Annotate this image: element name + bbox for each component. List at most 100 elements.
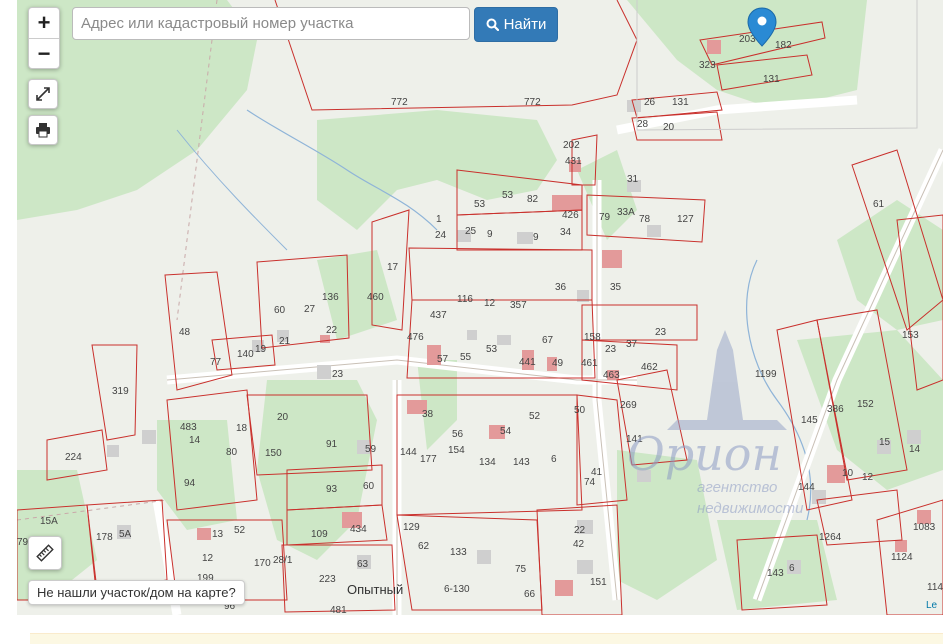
- parcel-number: 75: [515, 564, 527, 575]
- parcel-number: 53: [502, 190, 514, 201]
- measure-button[interactable]: [28, 536, 62, 570]
- parcel-number: 177: [420, 454, 437, 465]
- parcel-number: 136: [322, 292, 339, 303]
- parcel-number: 35: [610, 282, 622, 293]
- parcel-number: 33А: [617, 207, 635, 218]
- parcel-number: 357: [510, 300, 527, 311]
- parcel-number: 23: [605, 344, 617, 355]
- parcel-number: 158: [584, 332, 601, 343]
- parcel-number: 143: [767, 568, 784, 579]
- parcel-number: 1: [436, 214, 442, 225]
- bottom-notice-bar: [30, 633, 943, 644]
- printer-icon: [36, 123, 50, 138]
- parcel-number: 223: [319, 574, 336, 585]
- parcel-number: 60: [363, 481, 375, 492]
- parcel-number: 144: [400, 447, 417, 458]
- parcel-number: 109: [311, 529, 328, 540]
- parcel-number: 59: [365, 444, 377, 455]
- parcel-number: 15А: [40, 516, 58, 527]
- parcel-number: 5А: [119, 529, 132, 540]
- parcel-number: 74: [584, 477, 596, 488]
- parcel-number: 170: [254, 558, 271, 569]
- fullscreen-button[interactable]: [28, 79, 58, 109]
- parcel-number: 63: [357, 559, 369, 570]
- search-button-label: Найти: [503, 16, 547, 33]
- parcel-number: 6-130: [444, 584, 470, 595]
- parcel-number: 79: [17, 537, 29, 548]
- parcel-number: 62: [418, 541, 430, 552]
- parcel-number: 23: [655, 327, 667, 338]
- parcel-number: 42: [573, 539, 585, 550]
- parcel-number: 28: [637, 119, 649, 130]
- parcel-number: 441: [519, 357, 536, 368]
- parcel-number: 67: [542, 335, 554, 346]
- parcel-number: 52: [234, 525, 246, 536]
- parcel-number: 150: [265, 448, 282, 459]
- parcel-number: 323: [699, 60, 716, 71]
- parcel-number: 114: [927, 582, 943, 593]
- parcel-number: 154: [448, 445, 465, 456]
- parcel-number: 461: [581, 358, 598, 369]
- parcel-number: 25: [465, 226, 477, 237]
- map-svg: 772 772 203 182 323 131 131 26 28 20 202…: [17, 0, 943, 615]
- watermark-brand: Орион: [627, 427, 782, 481]
- map-attribution[interactable]: Le: [926, 600, 937, 611]
- parcel-number: 140: [237, 349, 254, 360]
- parcel-number: 93: [326, 484, 338, 495]
- parcel-number: 437: [430, 310, 447, 321]
- parcel-number: 9: [533, 232, 539, 243]
- ruler-icon: [36, 544, 54, 562]
- expand-icon: [36, 87, 50, 101]
- parcel-number: 1199: [755, 369, 777, 380]
- parcel-number: 54: [500, 426, 512, 437]
- parcel-number: 78: [639, 214, 651, 225]
- parcel-number: 20: [663, 122, 675, 133]
- parcel-number: 134: [479, 457, 496, 468]
- print-button[interactable]: [28, 115, 58, 145]
- parcel-number: 50: [574, 405, 586, 416]
- parcel-number: 127: [677, 214, 694, 225]
- zoom-out-button[interactable]: −: [29, 39, 59, 69]
- parcel-number: 91: [326, 439, 338, 450]
- parcel-number: 14: [189, 435, 201, 446]
- parcel-number: 144: [798, 482, 815, 493]
- parcel-number: 151: [590, 577, 607, 588]
- parcel-number: 463: [603, 370, 620, 381]
- parcel-number: 80: [226, 447, 238, 458]
- not-found-link[interactable]: Не нашли участок/дом на карте?: [28, 580, 245, 605]
- parcel-number: 52: [529, 411, 541, 422]
- parcel-number: 143: [513, 457, 530, 468]
- parcel-number: 48: [179, 327, 191, 338]
- zoom-in-button[interactable]: +: [29, 8, 59, 39]
- parcel-number: 12: [202, 553, 214, 564]
- parcel-number: 94: [184, 478, 196, 489]
- map-canvas[interactable]: 772 772 203 182 323 131 131 26 28 20 202…: [17, 0, 943, 615]
- parcel-number: 116: [457, 294, 473, 305]
- parcel-number: 772: [391, 97, 408, 108]
- parcel-number: 483: [180, 422, 197, 433]
- parcel-number: 202: [563, 140, 580, 151]
- parcel-number: 20: [277, 412, 289, 423]
- parcel-number: 178: [96, 532, 113, 543]
- parcel-number: 77: [210, 357, 222, 368]
- search-input[interactable]: [72, 7, 470, 40]
- parcel-number: 12: [862, 472, 874, 483]
- parcel-number: 57: [437, 354, 449, 365]
- parcel-number: 53: [486, 344, 498, 355]
- parcel-number: 13: [212, 529, 224, 540]
- parcel-number: 153: [902, 330, 919, 341]
- parcel-number: 23: [332, 369, 344, 380]
- parcel-number: 131: [763, 74, 780, 85]
- parcel-number: 27: [304, 304, 316, 315]
- parcel-number: 19: [255, 344, 267, 355]
- parcel-number: 21: [279, 336, 291, 347]
- parcel-number: 49: [552, 358, 564, 369]
- search-button[interactable]: Найти: [474, 7, 558, 42]
- watermark-line1: агентство: [697, 479, 777, 496]
- parcel-number: 476: [407, 332, 424, 343]
- parcel-number: 82: [527, 194, 539, 205]
- parcel-number: 17: [387, 262, 399, 273]
- parcel-number: 38: [422, 409, 434, 420]
- parcel-number: 60: [274, 305, 286, 316]
- parcel-number: 55: [460, 352, 472, 363]
